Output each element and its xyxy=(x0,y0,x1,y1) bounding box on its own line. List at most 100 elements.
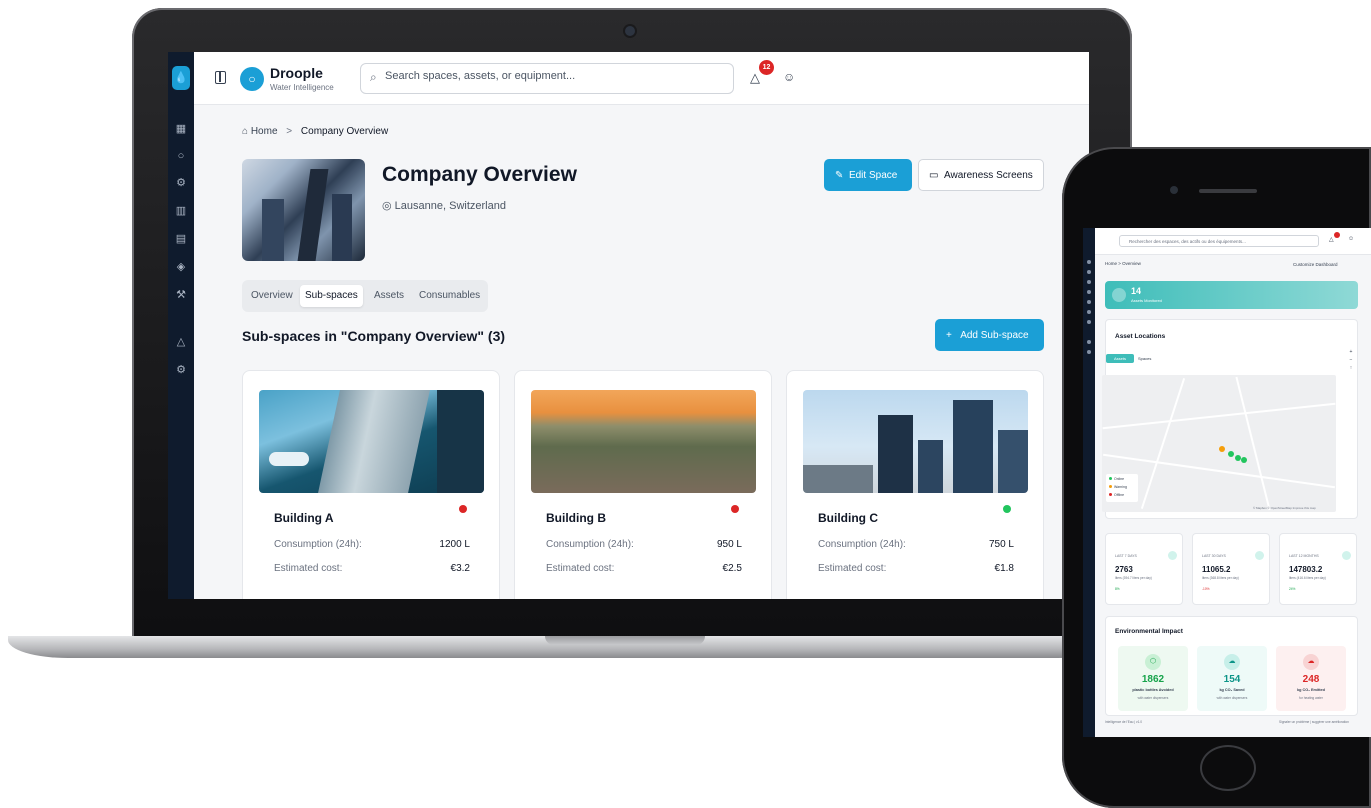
map-marker-online[interactable] xyxy=(1228,451,1234,457)
notifications-bell-icon[interactable]: △ xyxy=(750,70,760,86)
settings-icon[interactable]: ⚙ xyxy=(168,363,194,377)
phone-camera xyxy=(1170,186,1178,194)
dashboard-icon[interactable] xyxy=(1087,260,1091,264)
phone-search-input[interactable]: Rechercher des espaces, des actifs ou de… xyxy=(1119,235,1319,247)
tab-overview[interactable]: Overview xyxy=(246,285,298,307)
impact-sub: for heating water xyxy=(1299,696,1323,700)
laptop-camera xyxy=(625,26,635,36)
asset-locations-title: Asset Locations xyxy=(1115,333,1166,340)
search-input[interactable] xyxy=(385,70,725,82)
breadcrumb-current: Company Overview xyxy=(300,126,389,137)
consumption-row: Consumption (24h): 750 L xyxy=(818,539,1014,550)
bell-icon[interactable]: △ xyxy=(1329,236,1334,243)
stat-label: LAST 12 MONTHS xyxy=(1289,554,1319,558)
cost-label: Estimated cost: xyxy=(546,563,615,574)
tab-assets[interactable]: Assets xyxy=(369,285,409,307)
search-box[interactable]: ⌕ xyxy=(360,63,734,94)
settings-icon[interactable] xyxy=(1087,350,1091,354)
bottle-icon: ⬡ xyxy=(1145,654,1161,670)
phone-screen: Rechercher des espaces, des actifs ou de… xyxy=(1083,228,1371,737)
building-icon[interactable] xyxy=(1087,300,1091,304)
add-sub-space-label: Add Sub-space xyxy=(960,329,1029,341)
sub-space-card[interactable]: Building B Consumption (24h): 950 L Esti… xyxy=(514,370,772,599)
environmental-impact-title: Environmental Impact xyxy=(1115,628,1183,635)
phone-icon-rail xyxy=(1083,228,1095,737)
wrench-icon[interactable]: ⚒ xyxy=(168,288,194,302)
breadcrumb-separator: > xyxy=(286,126,293,137)
sub-space-card[interactable]: Building C Consumption (24h): 750 L Esti… xyxy=(786,370,1044,599)
gear-icon[interactable]: ⚙ xyxy=(168,176,194,190)
status-dot xyxy=(1003,505,1011,513)
location-pin-icon: ◎ xyxy=(382,200,392,212)
map-toggle-spaces[interactable]: Spaces xyxy=(1138,354,1151,363)
phone-breadcrumb[interactable]: Home > Overview xyxy=(1105,261,1141,266)
map-icon[interactable]: ▥ xyxy=(168,204,194,218)
stat-value: 2763 xyxy=(1115,565,1133,574)
droople-logo-icon[interactable]: 💧 xyxy=(172,66,190,90)
sub-space-card[interactable]: Building A Consumption (24h): 1200 L Est… xyxy=(242,370,500,599)
stat-sub: liters (368.8 liters per day) xyxy=(1202,576,1239,580)
consumption-label: Consumption (24h): xyxy=(818,539,906,550)
card-name: Building B xyxy=(546,511,606,525)
add-sub-space-button[interactable]: + Add Sub-space xyxy=(935,319,1044,351)
cost-row: Estimated cost: €2.5 xyxy=(546,563,742,574)
breadcrumb-home[interactable]: Home xyxy=(251,126,278,137)
droplet-icon[interactable] xyxy=(1087,270,1091,274)
bell-icon[interactable]: △ xyxy=(168,335,194,349)
droplet-icon[interactable]: ○ xyxy=(168,149,194,163)
map-attribution[interactable]: © Mapbox © OpenStreetMap Improve this ma… xyxy=(1253,506,1316,510)
map-marker-online[interactable] xyxy=(1241,457,1247,463)
stat-label: LAST 30 DAYS xyxy=(1202,554,1226,558)
stat-value: 147803.2 xyxy=(1289,565,1323,574)
search-icon: ⌕ xyxy=(370,70,377,84)
brand-tagline: Water Intelligence xyxy=(270,83,334,92)
cost-value: €1.8 xyxy=(994,563,1014,574)
footer-feedback-link[interactable]: Signaler un problème | suggérer une amél… xyxy=(1279,720,1349,724)
package-icon[interactable] xyxy=(1087,310,1091,314)
map-toggle-assets[interactable]: Assets xyxy=(1106,354,1134,363)
bell-icon[interactable] xyxy=(1087,340,1091,344)
space-photo xyxy=(242,159,365,261)
consumption-value: 1200 L xyxy=(439,539,470,550)
dashboard-icon[interactable]: ▦ xyxy=(168,122,194,136)
phone-top-bar: Rechercher des espaces, des actifs ou de… xyxy=(1095,228,1371,255)
stat-sub: liters (394.7 liters per day) xyxy=(1115,576,1152,580)
laptop-screen: 💧 ▦ ○ ⚙ ▥ ▤ ◈ ⚒ △ ⚙ ○ Droople Water Inte… xyxy=(168,52,1089,599)
consumption-label: Consumption (24h): xyxy=(274,539,362,550)
phone-speaker xyxy=(1199,189,1257,193)
customize-dashboard-button[interactable]: Customize Dashboard xyxy=(1293,262,1338,267)
stat-card: LAST 7 DAYS 2763 liters (394.7 liters pe… xyxy=(1105,533,1183,605)
user-icon[interactable]: ☺ xyxy=(1348,236,1354,242)
device-mockup-stage: 💧 ▦ ○ ⚙ ▥ ▤ ◈ ⚒ △ ⚙ ○ Droople Water Inte… xyxy=(0,0,1371,808)
stat-card: LAST 30 DAYS 11065.2 liters (368.8 liter… xyxy=(1192,533,1270,605)
tab-consumables[interactable]: Consumables xyxy=(414,285,485,307)
icon-rail: 💧 ▦ ○ ⚙ ▥ ▤ ◈ ⚒ △ ⚙ xyxy=(168,52,194,599)
cloud-icon: ☁ xyxy=(1224,654,1240,670)
status-dot xyxy=(459,505,467,513)
awareness-screens-label: Awareness Screens xyxy=(944,169,1033,181)
wrench-icon[interactable] xyxy=(1087,320,1091,324)
edit-space-button[interactable]: ✎ Edit Space xyxy=(824,159,912,191)
building-icon[interactable]: ▤ xyxy=(168,232,194,246)
assets-label: Assets Monitored xyxy=(1131,298,1162,303)
gear-icon[interactable] xyxy=(1087,280,1091,284)
awareness-screens-button[interactable]: ▭ Awareness Screens xyxy=(918,159,1044,191)
map-road xyxy=(1235,376,1271,511)
home-icon[interactable]: ⌂ xyxy=(242,126,248,137)
top-bar: ○ Droople Water Intelligence ⌕ △ 12 ☺ xyxy=(194,52,1089,105)
sidebar-toggle-icon[interactable] xyxy=(215,71,226,84)
tab-sub-spaces[interactable]: Sub-spaces xyxy=(300,285,363,307)
user-icon[interactable]: ☺ xyxy=(783,70,795,84)
notification-count-badge: 12 xyxy=(759,60,774,75)
map-marker-warning[interactable] xyxy=(1219,446,1225,452)
notification-badge xyxy=(1334,232,1340,238)
stat-label: LAST 7 DAYS xyxy=(1115,554,1137,558)
cloud-icon: ☁ xyxy=(1303,654,1319,670)
droplet-icon xyxy=(1112,288,1126,302)
cost-label: Estimated cost: xyxy=(818,563,887,574)
map-icon[interactable] xyxy=(1087,290,1091,294)
impact-label: kg CO₂ Saved xyxy=(1219,688,1245,692)
page-title: Company Overview xyxy=(382,163,577,186)
package-icon[interactable]: ◈ xyxy=(168,260,194,274)
map-zoom-controls[interactable]: + − ↑ xyxy=(1347,348,1355,372)
